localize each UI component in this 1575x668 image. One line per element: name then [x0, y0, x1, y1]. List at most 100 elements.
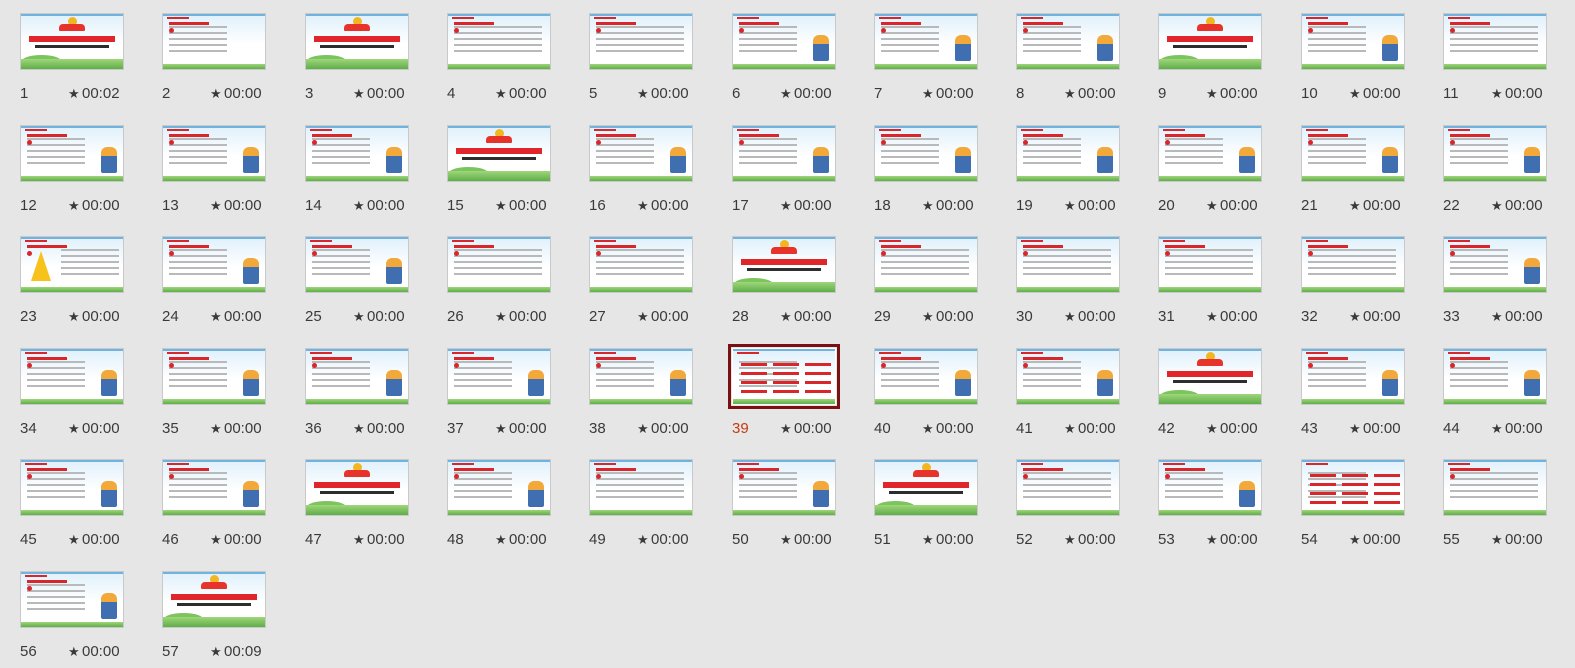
slide-preview[interactable] [162, 13, 266, 70]
slide-preview[interactable] [1158, 13, 1262, 70]
transition-star-icon[interactable]: ★ [1491, 198, 1503, 214]
slide-preview[interactable] [20, 236, 124, 293]
slide-preview[interactable] [162, 459, 266, 516]
slide-preview[interactable] [20, 13, 124, 70]
slide-preview[interactable] [732, 13, 836, 70]
transition-star-icon[interactable]: ★ [495, 309, 507, 325]
transition-star-icon[interactable]: ★ [210, 309, 222, 325]
transition-star-icon[interactable]: ★ [1064, 532, 1076, 548]
transition-star-icon[interactable]: ★ [637, 532, 649, 548]
slide-preview[interactable] [20, 459, 124, 516]
transition-star-icon[interactable]: ★ [495, 532, 507, 548]
slide-preview[interactable] [589, 459, 693, 516]
transition-star-icon[interactable]: ★ [210, 532, 222, 548]
transition-star-icon[interactable]: ★ [1206, 86, 1218, 102]
transition-star-icon[interactable]: ★ [1064, 421, 1076, 437]
slide-thumbnail[interactable]: 46 ★ 00:00 [160, 456, 290, 556]
slide-preview[interactable] [874, 459, 978, 516]
slide-thumbnail[interactable]: 4 ★ 00:00 [445, 10, 575, 110]
transition-star-icon[interactable]: ★ [495, 86, 507, 102]
slide-preview[interactable] [1301, 125, 1405, 182]
slide-preview[interactable] [1016, 125, 1120, 182]
slide-thumbnail[interactable]: 11 ★ 00:00 [1441, 10, 1571, 110]
slide-preview[interactable] [447, 459, 551, 516]
transition-star-icon[interactable]: ★ [1349, 532, 1361, 548]
slide-thumbnail[interactable]: 53 ★ 00:00 [1156, 456, 1286, 556]
slide-thumbnail[interactable]: 30 ★ 00:00 [1014, 233, 1144, 333]
transition-star-icon[interactable]: ★ [1206, 198, 1218, 214]
transition-star-icon[interactable]: ★ [637, 198, 649, 214]
slide-thumbnail[interactable]: 3 ★ 00:00 [303, 10, 433, 110]
slide-preview[interactable] [447, 125, 551, 182]
slide-thumbnail[interactable]: 19 ★ 00:00 [1014, 122, 1144, 222]
slide-preview[interactable] [589, 348, 693, 405]
slide-thumbnail[interactable]: 24 ★ 00:00 [160, 233, 290, 333]
transition-star-icon[interactable]: ★ [780, 86, 792, 102]
slide-preview[interactable] [20, 571, 124, 628]
slide-thumbnail[interactable]: 48 ★ 00:00 [445, 456, 575, 556]
slide-preview[interactable] [589, 236, 693, 293]
slide-thumbnail[interactable]: 36 ★ 00:00 [303, 345, 433, 445]
transition-star-icon[interactable]: ★ [1491, 309, 1503, 325]
slide-thumbnail[interactable]: 28 ★ 00:00 [730, 233, 860, 333]
slide-preview[interactable] [1301, 459, 1405, 516]
slide-preview[interactable] [1301, 236, 1405, 293]
slide-preview[interactable] [1443, 348, 1547, 405]
slide-thumbnail[interactable]: 49 ★ 00:00 [587, 456, 717, 556]
slide-thumbnail[interactable]: 57 ★ 00:09 [160, 568, 290, 668]
transition-star-icon[interactable]: ★ [1349, 421, 1361, 437]
transition-star-icon[interactable]: ★ [780, 198, 792, 214]
slide-preview[interactable] [20, 348, 124, 405]
slide-thumbnail[interactable]: 38 ★ 00:00 [587, 345, 717, 445]
slide-preview[interactable] [874, 236, 978, 293]
slide-thumbnail[interactable]: 47 ★ 00:00 [303, 456, 433, 556]
slide-thumbnail[interactable]: 56 ★ 00:00 [18, 568, 148, 668]
slide-thumbnail[interactable]: 6 ★ 00:00 [730, 10, 860, 110]
transition-star-icon[interactable]: ★ [637, 421, 649, 437]
slide-preview[interactable] [728, 344, 840, 409]
slide-preview[interactable] [874, 125, 978, 182]
slide-preview[interactable] [162, 125, 266, 182]
slide-thumbnail[interactable]: 20 ★ 00:00 [1156, 122, 1286, 222]
slide-thumbnail[interactable]: 45 ★ 00:00 [18, 456, 148, 556]
slide-thumbnail[interactable]: 21 ★ 00:00 [1299, 122, 1429, 222]
transition-star-icon[interactable]: ★ [495, 421, 507, 437]
transition-star-icon[interactable]: ★ [1491, 421, 1503, 437]
slide-preview[interactable] [1158, 348, 1262, 405]
slide-preview[interactable] [305, 348, 409, 405]
slide-thumbnail[interactable]: 10 ★ 00:00 [1299, 10, 1429, 110]
slide-thumbnail[interactable]: 41 ★ 00:00 [1014, 345, 1144, 445]
transition-star-icon[interactable]: ★ [68, 532, 80, 548]
transition-star-icon[interactable]: ★ [1206, 309, 1218, 325]
slide-thumbnail[interactable]: 32 ★ 00:00 [1299, 233, 1429, 333]
slide-preview[interactable] [447, 348, 551, 405]
slide-preview[interactable] [1016, 348, 1120, 405]
slide-preview[interactable] [20, 125, 124, 182]
slide-preview[interactable] [1443, 125, 1547, 182]
slide-thumbnail[interactable]: 7 ★ 00:00 [872, 10, 1002, 110]
transition-star-icon[interactable]: ★ [68, 86, 80, 102]
slide-preview[interactable] [1016, 13, 1120, 70]
slide-preview[interactable] [447, 236, 551, 293]
slide-preview[interactable] [305, 125, 409, 182]
slide-preview[interactable] [1443, 459, 1547, 516]
transition-star-icon[interactable]: ★ [1491, 86, 1503, 102]
slide-preview[interactable] [1443, 13, 1547, 70]
transition-star-icon[interactable]: ★ [353, 421, 365, 437]
slide-preview[interactable] [589, 13, 693, 70]
slide-preview[interactable] [305, 459, 409, 516]
transition-star-icon[interactable]: ★ [353, 532, 365, 548]
slide-thumbnail[interactable]: 2 ★ 00:00 [160, 10, 290, 110]
slide-thumbnail[interactable]: 25 ★ 00:00 [303, 233, 433, 333]
slide-thumbnail[interactable]: 54 ★ 00:00 [1299, 456, 1429, 556]
slide-preview[interactable] [162, 348, 266, 405]
transition-star-icon[interactable]: ★ [1064, 309, 1076, 325]
transition-star-icon[interactable]: ★ [922, 309, 934, 325]
slide-thumbnail[interactable]: 52 ★ 00:00 [1014, 456, 1144, 556]
transition-star-icon[interactable]: ★ [922, 421, 934, 437]
transition-star-icon[interactable]: ★ [922, 532, 934, 548]
slide-thumbnail[interactable]: 34 ★ 00:00 [18, 345, 148, 445]
slide-preview[interactable] [1158, 459, 1262, 516]
slide-thumbnail[interactable]: 37 ★ 00:00 [445, 345, 575, 445]
slide-preview[interactable] [305, 236, 409, 293]
